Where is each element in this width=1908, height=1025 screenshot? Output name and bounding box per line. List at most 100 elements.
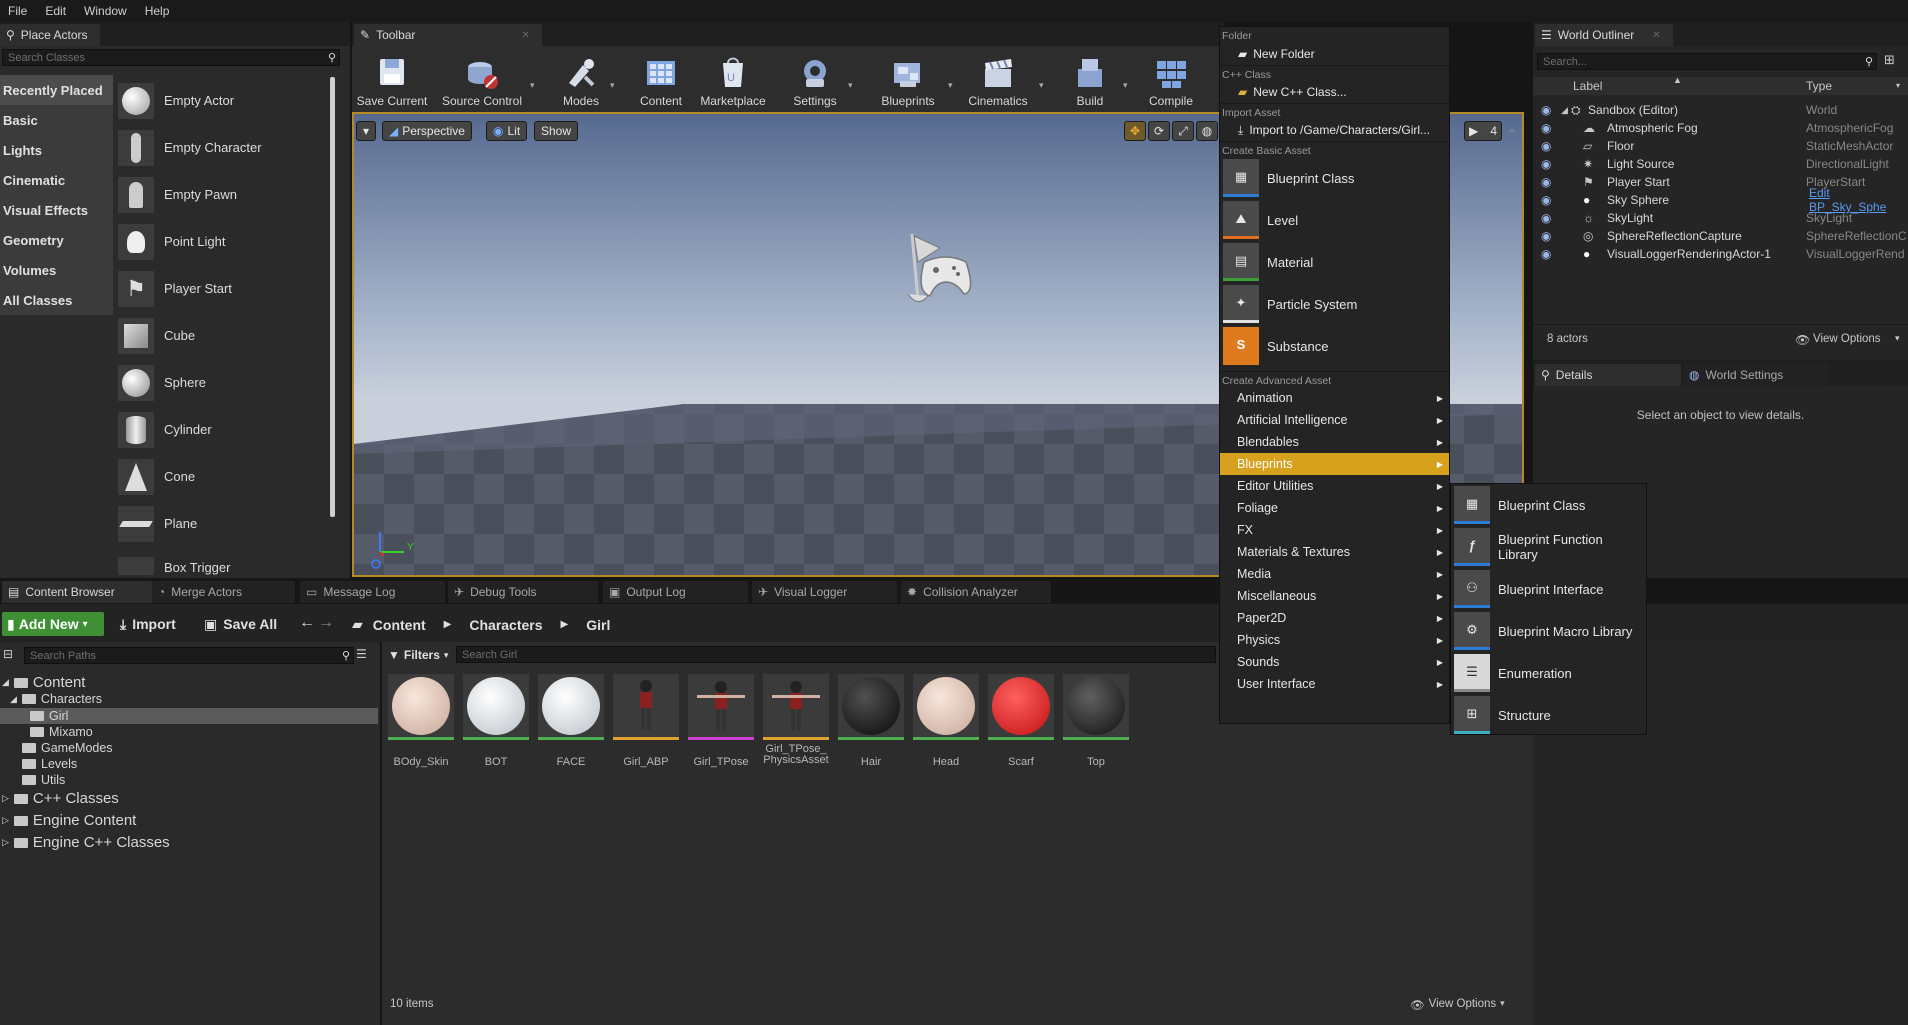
modes-dropdown-icon[interactable]: ▾: [610, 80, 615, 91]
category-all-classes[interactable]: All Classes: [0, 285, 113, 315]
menu-file[interactable]: File: [0, 4, 37, 18]
scale-tool-button[interactable]: ⤢: [1172, 121, 1194, 141]
outliner-view-options[interactable]: View Options: [1813, 333, 1881, 345]
tab-merge-actors[interactable]: ◔ Merge Actors: [152, 581, 295, 603]
close-icon[interactable]: ✕: [521, 30, 529, 41]
outliner-row[interactable]: ◉ ◢ ⛭ Sandbox (Editor) World: [1533, 101, 1908, 119]
tab-content-browser[interactable]: ▤ Content Browser: [2, 581, 152, 603]
search-icon[interactable]: ⚲: [342, 649, 353, 662]
camera-speed-button[interactable]: ▶ 4: [1464, 121, 1502, 141]
tree-item-levels[interactable]: Levels: [22, 757, 77, 771]
new-cpp-class-item[interactable]: ▰ New C++ Class...: [1220, 81, 1449, 103]
actor-item[interactable]: Cone: [118, 453, 328, 500]
cinematics-dropdown-icon[interactable]: ▾: [1039, 80, 1044, 91]
asset-tile[interactable]: FACE: [538, 674, 604, 768]
player-start-actor[interactable]: [906, 232, 976, 315]
search-icon[interactable]: ⚲: [328, 51, 339, 64]
asset-tile[interactable]: Girl_TPose: [688, 674, 754, 768]
advanced-miscellaneous[interactable]: Miscellaneous ▶: [1220, 585, 1449, 607]
lit-button[interactable]: ◉ Lit: [486, 121, 528, 141]
advanced-physics[interactable]: Physics ▶: [1220, 629, 1449, 651]
basic-asset-level[interactable]: ⛰ Level: [1220, 199, 1449, 241]
outliner-add-icon[interactable]: ⊞: [1884, 52, 1895, 68]
advanced-sounds[interactable]: Sounds ▶: [1220, 651, 1449, 673]
expand-arrow-icon[interactable]: ▷: [2, 815, 9, 826]
tree-item-characters[interactable]: ◢ Characters: [10, 692, 102, 706]
category-geometry[interactable]: Geometry: [0, 225, 113, 255]
advanced-foliage[interactable]: Foliage ▶: [1220, 497, 1449, 519]
visibility-eye-icon[interactable]: ◉: [1541, 139, 1551, 153]
category-lights[interactable]: Lights: [0, 135, 113, 165]
back-arrow-icon[interactable]: ←: [299, 614, 315, 632]
advanced-blueprints[interactable]: Blueprints ▶: [1220, 453, 1449, 475]
modes-button[interactable]: Modes: [552, 50, 610, 108]
asset-tile[interactable]: BOdy_Skin: [388, 674, 454, 768]
outliner-row[interactable]: ◉ ✷ Light Source DirectionalLight: [1533, 155, 1908, 173]
outliner-col-label[interactable]: Label: [1573, 79, 1602, 93]
advanced-editor-utilities[interactable]: Editor Utilities ▶: [1220, 475, 1449, 497]
tree-item-girl[interactable]: Girl: [0, 708, 378, 724]
advanced-fx[interactable]: FX ▶: [1220, 519, 1449, 541]
advanced-user-interface[interactable]: User Interface ▶: [1220, 673, 1449, 695]
breadcrumb-girl[interactable]: Girl: [586, 617, 610, 633]
category-basic[interactable]: Basic: [0, 105, 113, 135]
outliner-row[interactable]: ◉ ☼ SkyLight SkyLight: [1533, 209, 1908, 227]
tree-item-engine-content[interactable]: ▷ Engine Content: [2, 812, 136, 829]
tree-item-mixamo[interactable]: Mixamo: [30, 725, 93, 739]
outliner-row[interactable]: ◉ ● Sky Sphere Edit BP_Sky_Sphe: [1533, 186, 1908, 214]
category-visual-effects[interactable]: Visual Effects: [0, 195, 113, 225]
submenu-structure[interactable]: ⊞ Structure: [1451, 694, 1646, 736]
tab-visual-logger[interactable]: ✈ Visual Logger: [752, 581, 897, 603]
actor-item[interactable]: Sphere: [118, 359, 328, 406]
build-button[interactable]: Build: [1058, 50, 1122, 108]
blueprints-dropdown-icon[interactable]: ▾: [948, 80, 953, 91]
tab-world-outliner[interactable]: ☰ World Outliner ✕: [1535, 24, 1673, 46]
outliner-search-input[interactable]: Search... ⚲: [1537, 53, 1877, 70]
search-paths-input[interactable]: Search Paths ⚲: [24, 647, 354, 664]
submenu-blueprint-macro-library[interactable]: ⚙ Blueprint Macro Library: [1451, 610, 1646, 652]
import-to-item[interactable]: ⤓ Import to /Game/Characters/Girl...: [1220, 119, 1449, 141]
tree-item-gamemodes[interactable]: GameModes: [22, 741, 113, 755]
outliner-row[interactable]: ◉ ◎ SphereReflectionCapture SphereReflectio…: [1533, 227, 1908, 245]
tab-debug-tools[interactable]: ✈ Debug Tools: [448, 581, 598, 603]
perspective-button[interactable]: ◢ Perspective: [382, 121, 472, 141]
show-button[interactable]: Show: [534, 121, 579, 141]
basic-asset-substance[interactable]: S Substance: [1220, 325, 1449, 367]
outliner-col-type[interactable]: Type: [1806, 79, 1832, 93]
actor-item[interactable]: ⚑ Player Start: [118, 265, 328, 312]
outliner-row[interactable]: ◉ ▱ Floor StaticMeshActor: [1533, 137, 1908, 155]
visibility-eye-icon[interactable]: ◉: [1541, 247, 1551, 261]
tab-message-log[interactable]: ▭ Message Log: [300, 581, 445, 603]
tree-item-cpp-classes[interactable]: ▷ C++ Classes: [2, 790, 119, 807]
basic-asset-particle-system[interactable]: ✦ Particle System: [1220, 283, 1449, 325]
menu-window[interactable]: Window: [76, 4, 137, 18]
visibility-eye-icon[interactable]: ◉: [1541, 103, 1551, 117]
tab-output-log[interactable]: ▣ Output Log: [603, 581, 748, 603]
save-current-button[interactable]: Save Current: [352, 50, 432, 108]
asset-tile[interactable]: Girl_ABP: [613, 674, 679, 768]
breadcrumb-characters[interactable]: Characters: [469, 617, 542, 633]
tree-item-engine-cpp-classes[interactable]: ▷ Engine C++ Classes: [2, 834, 170, 851]
visibility-eye-icon[interactable]: ◉: [1541, 121, 1551, 135]
build-dropdown-icon[interactable]: ▾: [1123, 80, 1128, 91]
asset-tile[interactable]: Head: [913, 674, 979, 768]
actor-item[interactable]: Empty Actor: [118, 77, 328, 124]
chevron-right-icon[interactable]: ▶: [436, 619, 460, 630]
menu-help[interactable]: Help: [137, 4, 180, 18]
new-folder-item[interactable]: ▰ New Folder: [1220, 43, 1449, 65]
category-cinematic[interactable]: Cinematic: [0, 165, 113, 195]
breadcrumb-content[interactable]: Content: [373, 617, 426, 633]
advanced-paper2d[interactable]: Paper2D ▶: [1220, 607, 1449, 629]
category-recently-placed[interactable]: Recently Placed: [0, 75, 113, 105]
search-icon[interactable]: ⚲: [1865, 55, 1876, 68]
visibility-eye-icon[interactable]: ◉: [1541, 229, 1551, 243]
visibility-eye-icon[interactable]: ◉: [1541, 193, 1551, 207]
expand-arrow-icon[interactable]: ▷: [2, 837, 9, 848]
maximize-viewport-icon[interactable]: ▫: [1510, 125, 1514, 137]
tab-collision-analyzer[interactable]: ✸ Collision Analyzer: [901, 581, 1051, 603]
settings-button[interactable]: Settings: [782, 50, 848, 108]
advanced-blendables[interactable]: Blendables ▶: [1220, 431, 1449, 453]
content-button[interactable]: Content: [630, 50, 692, 108]
tree-item-content[interactable]: ◢ Content: [2, 674, 85, 691]
visibility-eye-icon[interactable]: ◉: [1541, 157, 1551, 171]
